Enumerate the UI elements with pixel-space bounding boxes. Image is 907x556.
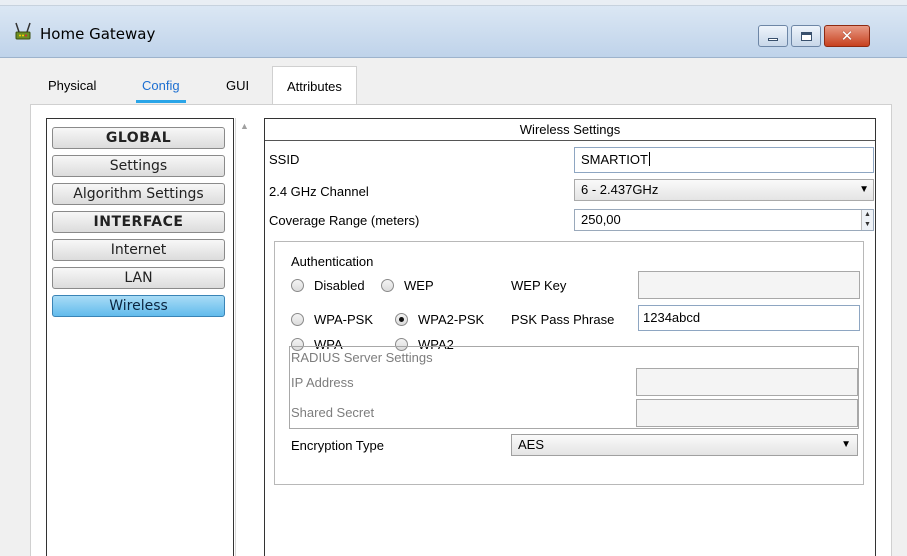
ip-address-label: IP Address (291, 375, 354, 390)
radius-server-group: RADIUS Server Settings IP Address Shared… (289, 346, 859, 429)
channel-value: 6 - 2.437GHz (581, 182, 659, 197)
psk-pass-phrase-input[interactable]: 1234abcd (638, 305, 860, 331)
radio-label: WEP (404, 278, 434, 293)
sidebar-item-settings[interactable]: Settings (52, 155, 225, 177)
radio-label: WPA-PSK (314, 312, 373, 327)
tab-attributes[interactable]: Attributes (272, 66, 357, 104)
sidebar-item-wireless[interactable]: Wireless (52, 295, 225, 317)
close-icon: ✕ (840, 26, 854, 45)
radio-disabled[interactable]: Disabled (291, 278, 365, 293)
dropdown-arrow-icon: ▼ (841, 439, 851, 450)
wireless-settings-panel: Wireless Settings SSID SMARTIOT 2.4 GHz … (264, 118, 876, 556)
shared-secret-input[interactable] (636, 399, 858, 427)
radio-wpa2-psk[interactable]: WPA2-PSK (395, 312, 484, 327)
router-icon (12, 20, 34, 42)
radius-title: RADIUS Server Settings (291, 350, 433, 365)
tab-physical[interactable]: Physical (48, 66, 96, 104)
ssid-input[interactable]: SMARTIOT (574, 147, 874, 173)
minimize-icon (768, 37, 778, 41)
encryption-type-value: AES (518, 437, 545, 452)
sidebar-item-internet[interactable]: Internet (52, 239, 225, 261)
encryption-type-label: Encryption Type (291, 438, 384, 453)
channel-label: 2.4 GHz Channel (269, 184, 369, 199)
scroll-up-icon[interactable]: ▲ (240, 121, 249, 131)
psk-pass-phrase-label: PSK Pass Phrase (511, 312, 615, 327)
wep-key-label: WEP Key (511, 278, 567, 293)
spinner-arrows-icon[interactable]: ▲ ▼ (861, 210, 873, 230)
wep-key-input[interactable] (638, 271, 860, 299)
tab-config[interactable]: Config (136, 66, 186, 104)
ssid-value: SMARTIOT (581, 152, 648, 167)
sidebar: GLOBAL Settings Algorithm Settings INTER… (46, 118, 234, 556)
sidebar-scrollbar[interactable]: ▲ (235, 118, 252, 556)
active-tab-underline (136, 100, 186, 103)
tab-label: Attributes (287, 79, 342, 94)
sidebar-header-interface[interactable]: INTERFACE (52, 211, 225, 233)
authentication-title: Authentication (291, 254, 374, 269)
sidebar-item-lan[interactable]: LAN (52, 267, 225, 289)
radio-label: Disabled (314, 278, 365, 293)
sidebar-header-global[interactable]: GLOBAL (52, 127, 225, 149)
psk-pass-phrase-value: 1234abcd (643, 310, 701, 325)
radio-selected-icon (395, 313, 408, 326)
title-bar: Home Gateway ✕ (0, 6, 907, 58)
radio-label: WPA2-PSK (418, 312, 485, 327)
authentication-group: Authentication Disabled WEP WEP Key WPA-… (274, 241, 864, 485)
sidebar-item-algorithm-settings[interactable]: Algorithm Settings (52, 183, 225, 205)
close-button[interactable]: ✕ (824, 25, 870, 47)
encryption-type-select[interactable]: AES ▼ (511, 434, 858, 456)
channel-select[interactable]: 6 - 2.437GHz ▼ (574, 179, 874, 201)
radio-wpa-psk[interactable]: WPA-PSK (291, 312, 373, 327)
radio-wep[interactable]: WEP (381, 278, 434, 293)
maximize-icon (800, 31, 812, 41)
radio-icon (291, 279, 304, 292)
tab-label: Config (142, 78, 180, 93)
maximize-button[interactable] (791, 25, 821, 47)
coverage-label: Coverage Range (meters) (269, 213, 420, 228)
radio-icon (291, 313, 304, 326)
window-title: Home Gateway (40, 25, 156, 43)
radio-icon (381, 279, 394, 292)
coverage-value: 250,00 (581, 212, 621, 227)
coverage-range-input[interactable]: 250,00 ▲ ▼ (574, 209, 874, 231)
ip-address-input[interactable] (636, 368, 858, 396)
panel-header: Wireless Settings (265, 119, 875, 141)
ssid-label: SSID (269, 152, 300, 167)
tab-label: GUI (226, 78, 250, 93)
dropdown-arrow-icon: ▼ (859, 184, 869, 195)
tab-gui[interactable]: GUI (226, 66, 249, 104)
text-caret (648, 152, 650, 166)
minimize-button[interactable] (758, 25, 788, 47)
tab-label: Physical (48, 78, 97, 93)
shared-secret-label: Shared Secret (291, 405, 375, 420)
